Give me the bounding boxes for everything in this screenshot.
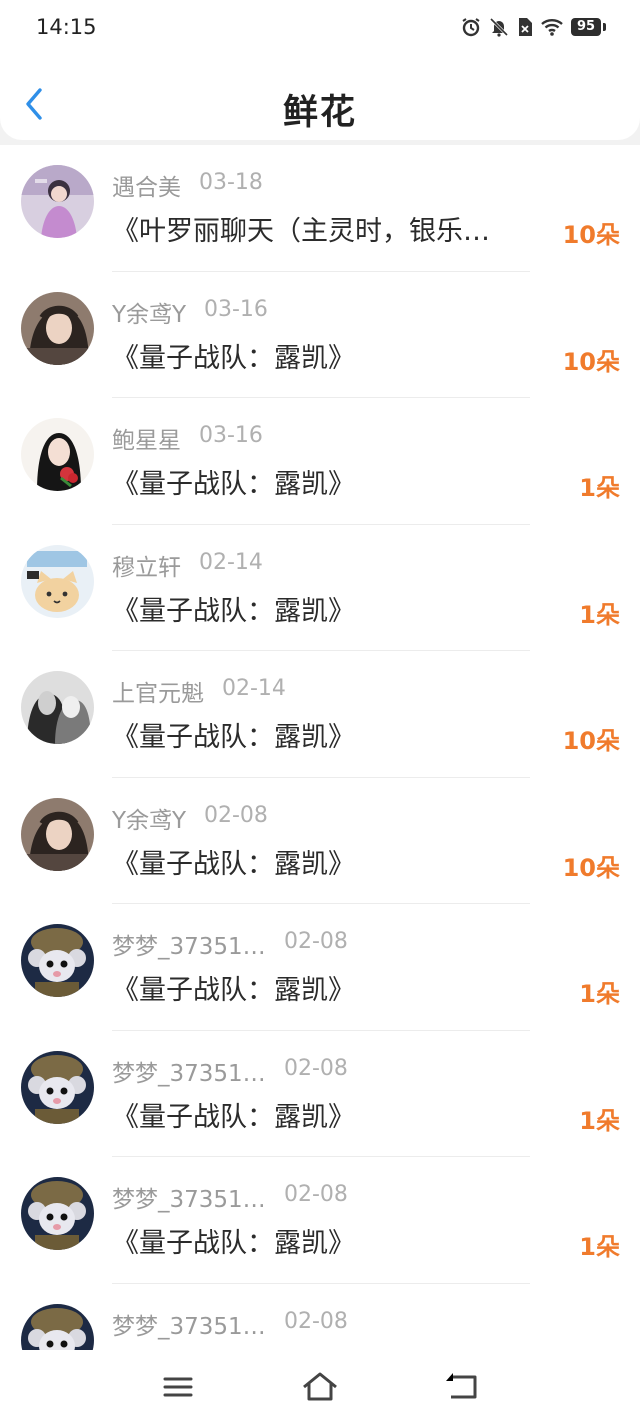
flower-count: 10朵 (562, 221, 620, 249)
avatar[interactable] (21, 291, 94, 365)
user-name[interactable]: Y余鸢Y (112, 295, 186, 329)
flower-count: 10朵 (562, 347, 620, 376)
battery-tip (603, 23, 606, 31)
book-title[interactable]: 《量子战队：露凯》 (112, 462, 355, 501)
status-time: 14:15 (36, 15, 97, 39)
avatar[interactable] (21, 418, 94, 491)
wifi-icon (541, 18, 563, 36)
flower-count: 1朵 (579, 1233, 620, 1261)
list-item[interactable]: Y余鸢Y 02-08 《量子战队：露凯》 10朵 (0, 778, 640, 904)
return-icon (446, 1373, 477, 1399)
gift-date: 02-14 (222, 676, 286, 701)
user-name[interactable]: 梦梦_37351… (112, 1054, 266, 1088)
user-name[interactable]: 上官元魁 (112, 674, 204, 708)
flower-count: 10朵 (562, 727, 620, 755)
list-item[interactable]: 穆立轩 02-14 《量子战队：露凯》 1朵 (0, 525, 640, 651)
list-item[interactable]: 梦梦_37351…02-08《量子战队：露凯》 (0, 1284, 640, 1350)
avatar[interactable] (21, 671, 94, 744)
flower-count: 10朵 (562, 853, 620, 882)
gift-date: 02-08 (284, 929, 348, 954)
flower-count: 1朵 (579, 1106, 620, 1135)
book-title[interactable]: 《量子战队：露凯》 (112, 589, 355, 628)
avatar[interactable] (21, 544, 94, 618)
app-header: 14:15 95 鲜花 (0, 0, 640, 140)
flower-count: 1朵 (579, 980, 620, 1008)
user-name[interactable]: 梦梦_37351… (112, 1180, 266, 1214)
user-name[interactable]: Y余鸢Y (112, 801, 186, 835)
book-title[interactable]: 《量子战队：露凯》 (112, 1095, 355, 1134)
list-item[interactable]: 梦梦_37351… 02-08 《量子战队：露凯》 1朵 (0, 1157, 640, 1284)
user-name[interactable]: 梦梦_37351… (112, 927, 266, 961)
book-title[interactable]: 《量子战队：露凯》 (112, 968, 355, 1007)
alarm-icon (461, 17, 481, 37)
no-sim-icon (517, 17, 533, 37)
list-item[interactable]: 遇合美 03-18 《叶罗丽聊天（主灵时，银乐… 10朵 (0, 145, 640, 272)
avatar[interactable] (21, 1303, 94, 1350)
list-item[interactable]: 上官元魁 02-14 《量子战队：露凯》 10朵 (0, 651, 640, 778)
book-title[interactable]: 《量子战队：露凯》 (112, 336, 355, 375)
battery-indicator: 95 (571, 18, 601, 36)
gift-date: 02-14 (199, 549, 263, 575)
mute-bell-icon (489, 17, 509, 37)
list-item[interactable]: 梦梦_37351… 02-08 《量子战队：露凯》 1朵 (0, 1031, 640, 1157)
menu-button[interactable] (158, 1370, 198, 1404)
avatar[interactable] (21, 1050, 94, 1124)
flower-count: 1朵 (579, 600, 620, 629)
page-title: 鲜花 (282, 93, 357, 133)
list-item[interactable]: 鲍星星 03-16 《量子战队：露凯》 1朵 (0, 398, 640, 525)
avatar[interactable] (21, 1177, 94, 1250)
gift-date: 02-08 (204, 802, 268, 828)
list-item[interactable]: 梦梦_37351… 02-08 《量子战队：露凯》 1朵 (0, 904, 640, 1031)
flower-count: 1朵 (579, 474, 620, 502)
gift-date: 02-08 (284, 1182, 348, 1207)
gift-date: 03-16 (199, 423, 263, 448)
book-title[interactable]: 《量子战队：露凯》 (112, 842, 355, 881)
gift-date: 02-08 (284, 1308, 348, 1334)
status-icons: 95 (461, 17, 606, 37)
list-item[interactable]: Y余鸢Y 03-16 《量子战队：露凯》 10朵 (0, 272, 640, 398)
home-icon (303, 1372, 337, 1401)
gift-date: 03-18 (199, 170, 263, 195)
back-nav-button[interactable] (442, 1370, 482, 1404)
flower-gift-list[interactable]: 遇合美 03-18 《叶罗丽聊天（主灵时，银乐… 10朵 Y余鸢Y 03-16 《量子战队：… (0, 145, 640, 1350)
user-name[interactable]: 穆立轩 (112, 548, 181, 582)
book-title[interactable]: 《叶罗丽聊天（主灵时，银乐… (112, 209, 490, 248)
menu-icon (163, 1377, 193, 1397)
gift-date: 02-08 (284, 1055, 348, 1081)
book-title[interactable]: 《量子战队：露凯》 (112, 1221, 355, 1260)
user-name[interactable]: 梦梦_37351… (112, 1307, 266, 1341)
avatar[interactable] (21, 797, 94, 871)
system-nav-bar (0, 1350, 640, 1425)
user-name[interactable]: 遇合美 (112, 168, 181, 202)
avatar[interactable] (21, 165, 94, 238)
avatar[interactable] (21, 924, 94, 997)
book-title[interactable]: 《量子战队：露凯》 (112, 715, 355, 754)
status-bar: 14:15 95 (0, 0, 640, 56)
user-name[interactable]: 鲍星星 (112, 421, 181, 455)
home-button[interactable] (300, 1370, 340, 1404)
gift-date: 03-16 (204, 296, 268, 322)
